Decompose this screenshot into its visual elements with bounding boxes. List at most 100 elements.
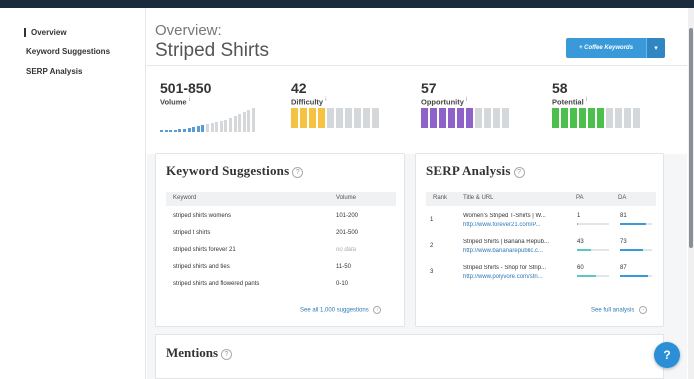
opportunity-meter (421, 108, 511, 128)
see-all-suggestions-link[interactable]: See all 1,000 suggestions › (300, 306, 382, 314)
info-icon[interactable]: i (466, 97, 467, 103)
rank-cell: 3 (430, 269, 434, 275)
trend-bar (242, 112, 246, 132)
column-header-rank[interactable]: Rank (433, 195, 447, 201)
meter-segment (552, 108, 559, 128)
add-keywords-button-group: + Coffee Keywords ▾ (566, 38, 665, 58)
meter-segment (345, 108, 352, 128)
meter-segment (372, 108, 379, 128)
help-icon[interactable]: ? (513, 166, 525, 178)
sidebar: Overview Keyword Suggestions SERP Analys… (0, 8, 146, 379)
serp-table-header: Rank Title & URL PA DA (426, 192, 656, 206)
pa-cell: 1 (577, 213, 581, 219)
meter-segment (430, 108, 437, 128)
mentions-card: Mentions? (155, 334, 664, 379)
trend-bar (201, 125, 205, 132)
sidebar-item-serp-analysis[interactable]: SERP Analysis (26, 67, 82, 76)
meter-segment (336, 108, 343, 128)
potential-meter (552, 108, 642, 128)
column-header-da[interactable]: DA (618, 195, 626, 201)
keyword-cell: striped shirts and ties (173, 264, 230, 270)
trend-bar (169, 130, 173, 132)
volume-cell: 101-200 (336, 213, 359, 219)
trend-bar (182, 129, 186, 132)
info-icon[interactable]: i (325, 97, 326, 103)
trend-bar (224, 120, 228, 132)
meter-segment (318, 108, 325, 128)
trend-bar (233, 116, 237, 132)
result-title[interactable]: Striped Shirts | Banana Repub... (463, 239, 573, 245)
metric-potential-label: Potential (552, 97, 584, 107)
meter-segment (363, 108, 370, 128)
column-header-keyword[interactable]: Keyword (173, 195, 196, 201)
difficulty-meter (291, 108, 381, 128)
result-url[interactable]: http://www.bananarepublic.c... (463, 248, 573, 254)
meter-segment (475, 108, 482, 128)
meter-segment (466, 108, 473, 128)
mentions-title: Mentions (166, 345, 218, 360)
result-url[interactable]: http://www.polyvore.com/stri... (463, 274, 573, 280)
sidebar-item-keyword-suggestions[interactable]: Keyword Suggestions (26, 47, 110, 56)
keyword-suggestions-title: Keyword Suggestions (166, 163, 290, 178)
metric-difficulty-label: Difficulty (291, 97, 324, 107)
meter-segment (570, 108, 577, 128)
column-header-title-url[interactable]: Title & URL (463, 195, 493, 201)
add-keywords-button[interactable]: + Coffee Keywords (566, 38, 646, 58)
top-nav-bar (0, 0, 694, 8)
metrics-panel: 501-850 Volume i 42 Difficulty i 57 Oppo… (147, 66, 687, 154)
da-bar (620, 249, 652, 251)
chevron-down-icon[interactable]: ▾ (646, 38, 665, 58)
result-url[interactable]: http://www.forever21.com/P... (463, 222, 573, 228)
scrollbar[interactable] (688, 8, 694, 379)
metric-opportunity-value: 57 (421, 80, 437, 96)
pa-bar (577, 249, 609, 251)
see-full-analysis-label: See full analysis (591, 307, 635, 314)
info-icon[interactable]: i (586, 97, 587, 103)
trend-bar (215, 122, 219, 132)
keyword-suggestions-card: Keyword Suggestions? Keyword Volume stri… (155, 153, 405, 327)
meter-segment (597, 108, 604, 128)
pa-bar (577, 223, 609, 225)
meter-segment (606, 108, 613, 128)
info-icon[interactable]: i (189, 97, 190, 103)
meter-segment (309, 108, 316, 128)
pa-cell: 60 (577, 265, 584, 271)
metric-potential: 58 Potential i (552, 80, 587, 107)
meter-segment (588, 108, 595, 128)
trend-bar (173, 130, 177, 132)
sidebar-item-overview[interactable]: Overview (24, 28, 67, 37)
metric-difficulty-value: 42 (291, 80, 307, 96)
result-title[interactable]: Women's Striped T-Shirts | W... (463, 213, 573, 219)
volume-cell: no data (336, 247, 357, 253)
trend-bar (192, 127, 196, 132)
chat-help-button[interactable]: ? (654, 342, 680, 368)
help-icon[interactable]: ? (221, 348, 232, 360)
da-cell: 81 (620, 213, 627, 219)
help-icon[interactable]: ? (292, 166, 304, 178)
trend-bar (251, 108, 255, 132)
da-bar (620, 275, 652, 277)
trend-bar (196, 126, 200, 132)
scrollbar-thumb[interactable] (689, 28, 693, 248)
trend-bar (178, 129, 182, 132)
keyword-cell: striped shirts and flowered pants (173, 281, 260, 287)
see-full-analysis-link[interactable]: See full analysis › (591, 306, 648, 314)
column-header-pa[interactable]: PA (576, 195, 584, 201)
da-cell: 73 (620, 239, 627, 245)
metric-volume: 501-850 Volume i (160, 80, 211, 107)
trend-bar (164, 130, 168, 132)
meter-segment (615, 108, 622, 128)
meter-segment (300, 108, 307, 128)
see-all-suggestions-label: See all 1,000 suggestions (300, 307, 369, 314)
pa-bar (577, 275, 609, 277)
result-title[interactable]: Striped Shirts - Shop for Strip... (463, 265, 573, 271)
volume-cell: 11-50 (336, 264, 351, 270)
metric-difficulty: 42 Difficulty i (291, 80, 327, 107)
column-header-volume[interactable]: Volume (336, 195, 356, 201)
keyword-cell: striped shirts womens (173, 213, 232, 219)
meter-segment (579, 108, 586, 128)
rank-cell: 2 (430, 243, 434, 249)
keyword-cell: striped shirts forever 21 (173, 247, 236, 253)
keyword-cell: striped t shirts (173, 230, 211, 236)
volume-trend-chart (160, 108, 256, 132)
